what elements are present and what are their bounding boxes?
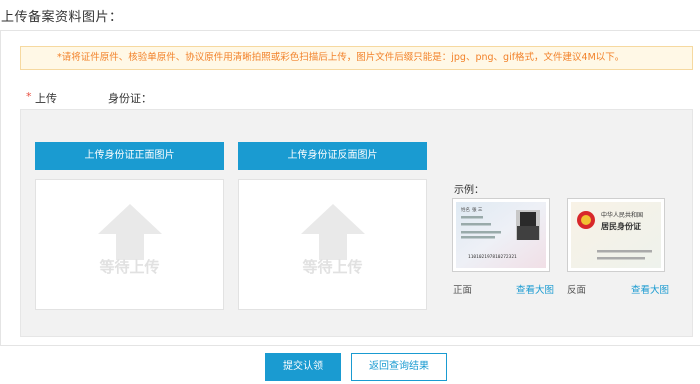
sample-front-image: 姓名 张 三 110102197810272321 bbox=[452, 198, 550, 272]
back-to-results-button[interactable]: 返回查询结果 bbox=[351, 353, 447, 381]
front-upload-box[interactable]: 等待上传 bbox=[35, 179, 224, 310]
waiting-upload-text: 等待上传 bbox=[302, 258, 363, 276]
required-mark: * bbox=[26, 90, 32, 103]
page-title: 上传备案资料图片： bbox=[1, 10, 123, 25]
svg-text:中华人民共和国: 中华人民共和国 bbox=[601, 211, 643, 219]
upload-arrow-icon bbox=[98, 204, 162, 260]
example-label: 示例： bbox=[454, 185, 484, 196]
svg-text:110102197810272321: 110102197810272321 bbox=[468, 254, 517, 260]
view-back-large-link[interactable]: 查看大图 bbox=[631, 282, 669, 296]
svg-text:姓名: 姓名 bbox=[461, 206, 470, 213]
waiting-upload-text: 等待上传 bbox=[99, 258, 160, 276]
upload-front-button[interactable]: 上传身份证正面图片 bbox=[35, 142, 224, 170]
view-front-large-link[interactable]: 查看大图 bbox=[516, 282, 554, 296]
upload-arrow-icon bbox=[301, 204, 365, 260]
upload-back-button[interactable]: 上传身份证反面图片 bbox=[238, 142, 427, 170]
idcard-label: 身份证： bbox=[108, 92, 152, 105]
back-upload-box[interactable]: 等待上传 bbox=[238, 179, 427, 310]
svg-text:居民身份证: 居民身份证 bbox=[601, 221, 641, 231]
sample-back-image: 中华人民共和国 居民身份证 bbox=[567, 198, 665, 272]
submit-claim-button[interactable]: 提交认领 bbox=[265, 353, 341, 381]
front-caption: 正面 bbox=[453, 285, 473, 296]
upload-label: 上传 bbox=[35, 92, 57, 105]
back-caption: 反面 bbox=[567, 285, 587, 296]
svg-text:张 三: 张 三 bbox=[472, 206, 483, 213]
notice-banner: *请将证件原件、核验单原件、协议原件用清晰拍照或彩色扫描后上传，图片文件后缀只能… bbox=[20, 46, 693, 70]
